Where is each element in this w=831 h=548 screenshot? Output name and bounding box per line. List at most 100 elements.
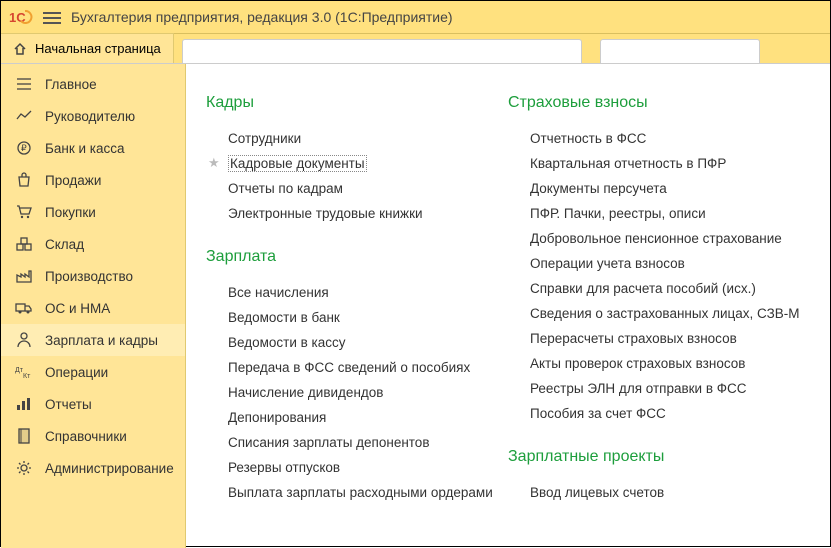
menu-link-label: Ввод лицевых счетов (530, 485, 664, 500)
content-area: Кадры Сотрудники Кадровые документы Отчеты … (186, 64, 830, 548)
menu-link[interactable]: ПФР. Пачки, реестры, описи (508, 201, 810, 226)
menu-link[interactable]: Начисление дивидендов (206, 380, 508, 405)
menu-link-label: Выплата зарплаты расходными ордерами (228, 485, 493, 500)
menu-link-label: Передача в ФСС сведений о пособиях (228, 360, 470, 375)
bars-icon (15, 396, 33, 412)
menu-link[interactable]: Резервы отпусков (206, 455, 508, 480)
chart-icon (15, 108, 33, 124)
menu-link-label: Отчеты по кадрам (228, 181, 343, 196)
sidebar-item-label: Производство (45, 269, 133, 284)
menu-link[interactable]: Перерасчеты страховых взносов (508, 326, 810, 351)
sidebar-item-10[interactable]: Отчеты (1, 388, 185, 420)
menu-link[interactable]: Электронные трудовые книжки (206, 201, 508, 226)
menu-link[interactable]: Передача в ФСС сведений о пособиях (206, 355, 508, 380)
menu-link[interactable]: Квартальная отчетность в ПФР (508, 151, 810, 176)
list-icon (15, 76, 33, 92)
menu-link[interactable]: Кадровые документы (206, 151, 508, 176)
sidebar-item-label: Справочники (45, 429, 127, 444)
sidebar-item-label: Покупки (45, 205, 96, 220)
sidebar-item-label: Банк и касса (45, 141, 125, 156)
content-column-1: Кадры Сотрудники Кадровые документы Отчеты … (206, 94, 508, 548)
menu-link[interactable]: Документы персучета (508, 176, 810, 201)
sidebar-item-label: Руководителю (45, 109, 135, 124)
sidebar-item-1[interactable]: Руководителю (1, 100, 185, 132)
sidebar-item-0[interactable]: Главное (1, 68, 185, 100)
sidebar-item-7[interactable]: ОС и НМА (1, 292, 185, 324)
sidebar-item-9[interactable]: ДтКт Операции (1, 356, 185, 388)
sidebar-item-label: Отчеты (45, 397, 92, 412)
menu-link[interactable]: Справки для расчета пособий (исх.) (508, 276, 810, 301)
menu-link[interactable]: Все начисления (206, 280, 508, 305)
menu-link[interactable]: Операции учета взносов (508, 251, 810, 276)
menu-link[interactable]: Акты проверок страховых взносов (508, 351, 810, 376)
menu-link-label: Документы персучета (530, 181, 667, 196)
gear-icon (15, 460, 33, 476)
menu-link[interactable]: Пособия за счет ФСС (508, 401, 810, 426)
menu-link[interactable]: Отчеты по кадрам (206, 176, 508, 201)
menu-link[interactable]: Депонирования (206, 405, 508, 430)
person-icon (15, 332, 33, 348)
menu-link-label: Ведомости в банк (228, 310, 340, 325)
section-header[interactable]: Кадры (206, 94, 508, 112)
menu-link-label: Операции учета взносов (530, 256, 685, 271)
titlebar: 1С Бухгалтерия предприятия, редакция 3.0… (1, 1, 830, 34)
menu-link[interactable]: Добровольное пенсионное страхование (508, 226, 810, 251)
truck-icon (15, 300, 33, 316)
ruble-icon: ₽ (15, 140, 33, 156)
menu-link-label: Начисление дивидендов (228, 385, 383, 400)
menu-link-label: Все начисления (228, 285, 329, 300)
sidebar-item-label: Склад (45, 237, 84, 252)
factory-icon (15, 268, 33, 284)
sidebar-item-5[interactable]: Склад (1, 228, 185, 260)
bag-icon (15, 172, 33, 188)
menu-link[interactable]: Ведомости в кассу (206, 330, 508, 355)
menu-link[interactable]: Реестры ЭЛН для отправки в ФСС (508, 376, 810, 401)
sidebar-item-8[interactable]: Зарплата и кадры (1, 324, 185, 356)
sidebar-item-6[interactable]: Производство (1, 260, 185, 292)
sidebar-item-12[interactable]: Администрирование (1, 452, 185, 484)
menu-link-label: Акты проверок страховых взносов (530, 356, 745, 371)
menu-link[interactable]: Сотрудники (206, 126, 508, 151)
dtkt-icon: ДтКт (15, 364, 33, 380)
menu-link-label: Резервы отпусков (228, 460, 340, 475)
menu-link[interactable]: Ведомости в банк (206, 305, 508, 330)
sidebar: Главное Руководителю ₽ Банк и касса Продажи П… (1, 64, 186, 548)
menu-link-label: Сотрудники (228, 131, 301, 146)
menu-link-label: Депонирования (228, 410, 326, 425)
menu-link-label: Квартальная отчетность в ПФР (530, 156, 726, 171)
sidebar-item-label: ОС и НМА (45, 301, 110, 316)
menu-link[interactable]: Отчетность в ФСС (508, 126, 810, 151)
tab-home-label: Начальная страница (35, 41, 161, 56)
menu-link-label: Справки для расчета пособий (исх.) (530, 281, 756, 296)
section-header[interactable]: Зарплатные проекты (508, 448, 810, 466)
menu-link-label: Списания зарплаты депонентов (228, 435, 430, 450)
menu-link[interactable]: Выплата зарплаты расходными ордерами (206, 480, 508, 505)
tab-home[interactable]: Начальная страница (1, 33, 174, 63)
menu-link-label: ПФР. Пачки, реестры, описи (530, 206, 706, 221)
home-icon (13, 42, 27, 56)
menu-link[interactable]: Ввод лицевых счетов (508, 480, 810, 505)
boxes-icon (15, 236, 33, 252)
sidebar-item-11[interactable]: Справочники (1, 420, 185, 452)
menu-link[interactable]: Сведения о застрахованных лицах, СЗВ-М (508, 301, 810, 326)
sidebar-item-4[interactable]: Покупки (1, 196, 185, 228)
section-header[interactable]: Зарплата (206, 248, 508, 266)
sidebar-item-label: Операции (45, 365, 108, 380)
svg-text:₽: ₽ (21, 143, 27, 153)
app-logo-icon: 1С (9, 8, 33, 26)
menu-link[interactable]: Списания зарплаты депонентов (206, 430, 508, 455)
menu-link-label: Отчетность в ФСС (530, 131, 646, 146)
sidebar-item-label: Продажи (45, 173, 101, 188)
tab-empty-1[interactable] (182, 39, 582, 63)
menu-link-label: Перерасчеты страховых взносов (530, 331, 737, 346)
sidebar-item-2[interactable]: ₽ Банк и касса (1, 132, 185, 164)
sidebar-item-label: Главное (45, 77, 97, 92)
tab-empty-2[interactable] (600, 39, 760, 63)
menu-icon[interactable] (43, 9, 61, 25)
sidebar-item-label: Зарплата и кадры (45, 333, 158, 348)
menu-link-label: Пособия за счет ФСС (530, 406, 666, 421)
menu-link-label: Кадровые документы (228, 155, 367, 172)
section-header[interactable]: Страховые взносы (508, 94, 810, 112)
app-title: Бухгалтерия предприятия, редакция 3.0 (1… (71, 9, 453, 25)
sidebar-item-3[interactable]: Продажи (1, 164, 185, 196)
